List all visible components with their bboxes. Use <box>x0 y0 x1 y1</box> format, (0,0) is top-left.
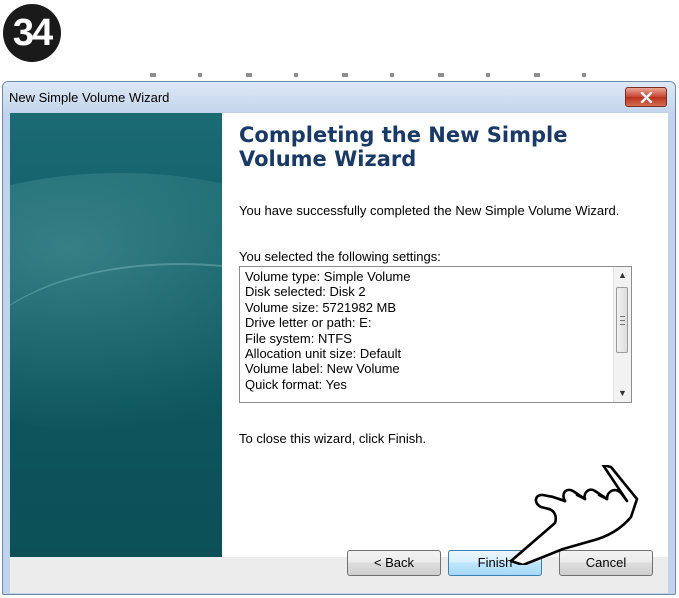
pointing-hand-icon <box>509 465 639 565</box>
close-icon <box>640 92 653 103</box>
step-number-badge: 34 <box>3 4 61 62</box>
completion-description: You have successfully completed the New … <box>239 203 620 218</box>
back-button[interactable]: < Back <box>347 550 441 576</box>
settings-summary-box[interactable]: Volume type: Simple Volume Disk selected… <box>239 266 632 403</box>
grip-icon <box>620 316 625 325</box>
close-button[interactable] <box>625 87 667 107</box>
page-title: Completing the New Simple Volume Wizard <box>239 123 568 171</box>
settings-line: Drive letter or path: E: <box>245 315 372 331</box>
window-title: New Simple Volume Wizard <box>9 90 170 105</box>
settings-line: Quick format: Yes <box>245 376 347 392</box>
close-instruction: To close this wizard, click Finish. <box>239 431 427 446</box>
scroll-thumb[interactable] <box>616 287 628 353</box>
scroll-down-arrow-icon[interactable]: ▼ <box>614 385 631 402</box>
settings-line: Volume label: New Volume <box>245 361 400 377</box>
settings-list: Volume type: Simple Volume Disk selected… <box>245 269 600 392</box>
wizard-side-banner <box>10 113 222 557</box>
settings-line: Volume type: Simple Volume <box>245 269 411 284</box>
settings-line: Allocation unit size: Default <box>245 346 402 362</box>
settings-line: Volume size: 5721982 MB <box>245 299 397 315</box>
title-bar[interactable]: New Simple Volume Wizard <box>3 82 675 112</box>
settings-label: You selected the following settings: <box>239 249 441 264</box>
decorative-dashed-line <box>150 73 630 77</box>
settings-line: Disk selected: Disk 2 <box>245 284 366 300</box>
settings-line: File system: NTFS <box>245 330 352 346</box>
scroll-up-arrow-icon[interactable]: ▲ <box>614 267 631 284</box>
settings-scrollbar[interactable]: ▲ ▼ <box>613 267 631 402</box>
